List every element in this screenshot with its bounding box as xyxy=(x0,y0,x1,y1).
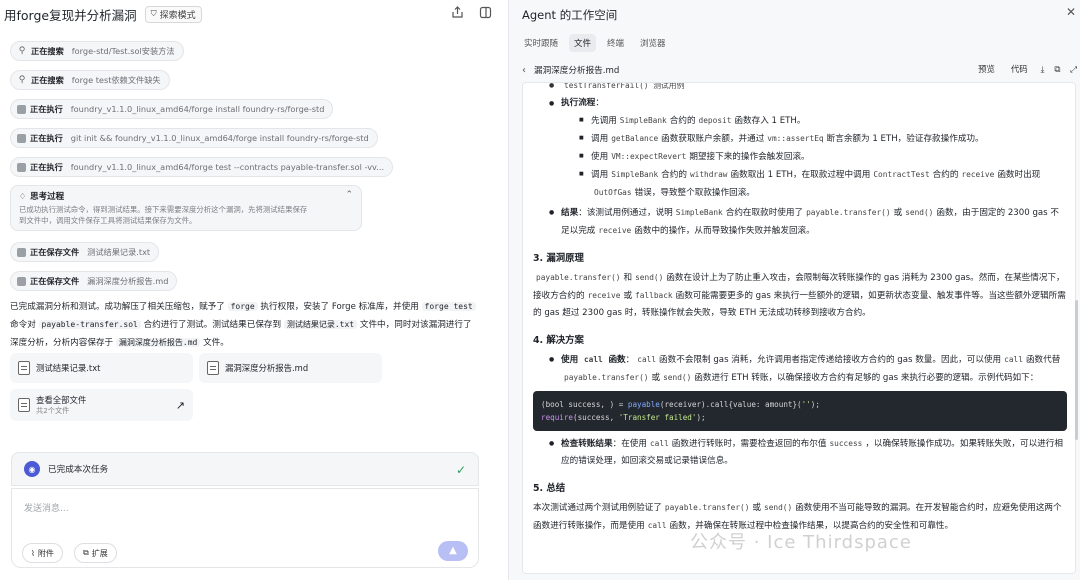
terminal-icon xyxy=(17,162,26,172)
chat-header: 用forge复现并分析漏洞 ⛉ 探索模式 xyxy=(0,0,500,28)
step-exec-1[interactable]: 正在执行 foundry_v1.1.0_linux_amd64/forge in… xyxy=(10,99,334,119)
message-input-box[interactable]: 发送消息... ⌇ 附件 ⧉ 扩展 ▲ xyxy=(11,488,479,568)
arrow-up-right-icon: ↗ xyxy=(175,398,185,412)
workspace-tabs: 实时跟随 文件 终端 浏览器 xyxy=(519,34,671,52)
step-exec-3[interactable]: 正在执行 foundry_v1.1.0_linux_amd64/forge te… xyxy=(10,157,394,177)
flow-step-2: 调用getBalance函数获取账户余额，并通过vm::assertEq断言余额… xyxy=(533,130,1067,148)
flow-step-1: 先调用SimpleBank合约的deposit函数存入 1 ETH。 xyxy=(533,112,1067,130)
search-icon: ⚲ xyxy=(18,75,26,85)
chat-title: 用forge复现并分析漏洞 xyxy=(4,7,137,23)
text-file-icon xyxy=(18,361,30,375)
step-search-2[interactable]: ⚲ 正在搜索 forge test依赖文件缺失 xyxy=(10,70,170,90)
scrollbar[interactable] xyxy=(1075,300,1078,440)
back-chevron-icon[interactable]: ‹ xyxy=(522,65,526,76)
section-4-heading: 4. 解决方案 xyxy=(533,335,584,346)
workspace-title: Agent 的工作空间 xyxy=(522,8,618,22)
folder-file-icon xyxy=(18,398,30,412)
thinking-block[interactable]: ♢ 思考过程 ⌃ 已成功执行测试命令，得到测试结果。接下来需要深度分析这个漏洞，… xyxy=(10,185,362,231)
message-input[interactable]: 发送消息... xyxy=(24,501,69,514)
chat-panel: 用forge复现并分析漏洞 ⛉ 探索模式 ⚲ 正在搜索 forge-std/Te… xyxy=(0,0,500,580)
solution-check-item: 检查转账结果：在使用call函数进行转账时，需要检查返回的布尔值success，… xyxy=(533,435,1067,470)
step-save-2[interactable]: 正在保存文件 漏洞深度分析报告.md xyxy=(10,271,178,291)
check-icon: ✓ xyxy=(455,463,466,477)
section-3-heading: 3. 漏洞原理 xyxy=(533,253,584,264)
copy-icon[interactable]: ⧉ xyxy=(1054,64,1060,75)
bulb-icon: ♢ xyxy=(19,191,27,201)
workspace-panel: Agent 的工作空间 ✕ 实时跟随 文件 终端 浏览器 ‹ 漏洞深度分析报告.… xyxy=(508,0,1080,580)
code-line-2: require(success, 'Transfer failed'); xyxy=(541,413,706,422)
extend-button[interactable]: ⧉ 扩展 xyxy=(74,543,117,563)
partial-heading: testTransferFail() 测试用例 xyxy=(533,83,1067,95)
share-icon[interactable] xyxy=(450,6,464,20)
code-button[interactable]: 代码 xyxy=(1008,62,1031,76)
search-icon: ⚲ xyxy=(18,46,26,56)
file-name: 漏洞深度分析报告.md xyxy=(534,66,620,76)
save-file-icon xyxy=(17,276,26,286)
step-save-1[interactable]: 正在保存文件 测试结果记录.txt xyxy=(10,242,160,262)
shield-icon: ⛉ xyxy=(150,9,157,18)
markdown-file-icon xyxy=(207,361,219,375)
file-card-test-log[interactable]: 测试结果记录.txt xyxy=(10,353,193,383)
task-complete-bar: ◉ 已完成本次任务 ✓ xyxy=(11,452,479,486)
result-summary: 已完成漏洞分析和测试。成功解压了相关压缩包，赋予了 forge 执行权限，安装了… xyxy=(10,298,480,352)
code-line-1: (bool success, ) = payable(receiver).cal… xyxy=(541,400,820,409)
solution-call-item: 使用 call 函数：call函数不会限制 gas 消耗，允许调用者指定传递给接… xyxy=(533,351,1067,387)
paperclip-icon: ⌇ xyxy=(31,548,35,558)
preview-button[interactable]: 预览 xyxy=(975,62,998,76)
tab-terminal[interactable]: 终端 xyxy=(602,34,629,52)
extend-icon: ⧉ xyxy=(83,548,89,557)
send-button[interactable]: ▲ xyxy=(438,541,468,561)
flow-step-4: 调用SimpleBank合约的withdraw函数取出 1 ETH，在取款过程中… xyxy=(533,166,1067,202)
file-card-report[interactable]: 漏洞深度分析报告.md xyxy=(199,353,382,383)
close-icon[interactable]: ✕ xyxy=(1066,5,1076,19)
view-all-files-card[interactable]: 查看全部文件 共2个文件 ↗ xyxy=(10,389,193,421)
exec-flow-item: 执行流程： xyxy=(533,95,1067,112)
tab-browser[interactable]: 浏览器 xyxy=(635,34,671,52)
thinking-line-2: 到文件中，调用文件保存工具将测试结果保存为文件。 xyxy=(19,216,197,225)
attach-button[interactable]: ⌇ 附件 xyxy=(22,543,63,563)
explore-mode-badge[interactable]: ⛉ 探索模式 xyxy=(144,5,202,23)
expand-icon[interactable]: ⤢ xyxy=(1070,64,1077,75)
watermark: 公众号 · Ice Thirdspace xyxy=(690,532,912,553)
split-view-icon[interactable] xyxy=(478,6,492,20)
thinking-title: 思考过程 xyxy=(30,192,65,202)
markdown-preview: testTransferFail() 测试用例 执行流程： 先调用SimpleB… xyxy=(522,82,1076,574)
explore-mode-label: 探索模式 xyxy=(159,10,196,21)
send-arrow-icon: ▲ xyxy=(449,545,457,556)
step-search-1[interactable]: ⚲ 正在搜索 forge-std/Test.sol安装方法 xyxy=(10,41,184,61)
step-exec-2[interactable]: 正在执行 git init && foundry_v1.1.0_linux_am… xyxy=(10,128,378,148)
tab-follow[interactable]: 实时跟随 xyxy=(519,34,563,52)
terminal-icon xyxy=(17,104,26,114)
thinking-line-1: 已成功执行测试命令，得到测试结果。接下来需要深度分析这个漏洞，先将测试结果保存 xyxy=(19,205,308,214)
code-block[interactable]: (bool success, ) = payable(receiver).cal… xyxy=(533,391,1067,431)
section-5-heading: 5. 总结 xyxy=(533,483,566,494)
agent-avatar: ◉ xyxy=(24,461,40,477)
result-item: 结果：该测试用例通过，说明SimpleBank合约在取款时使用了payable.… xyxy=(533,204,1067,240)
download-icon[interactable]: ⤓ xyxy=(1041,64,1045,75)
flow-step-3: 使用VM::expectRevert期望接下来的操作会触发回滚。 xyxy=(533,148,1067,166)
terminal-icon xyxy=(17,133,26,143)
principle-paragraph: payable.transfer() 和 send() 函数在设计上为了防止重入攻击，… xyxy=(533,273,1066,318)
save-file-icon xyxy=(17,247,26,257)
file-header: ‹ 漏洞深度分析报告.md 预览 代码 ⤓ ⧉ ⤢ xyxy=(522,60,1077,80)
tab-files[interactable]: 文件 xyxy=(569,34,597,52)
chevron-up-icon[interactable]: ⌃ xyxy=(345,190,353,200)
